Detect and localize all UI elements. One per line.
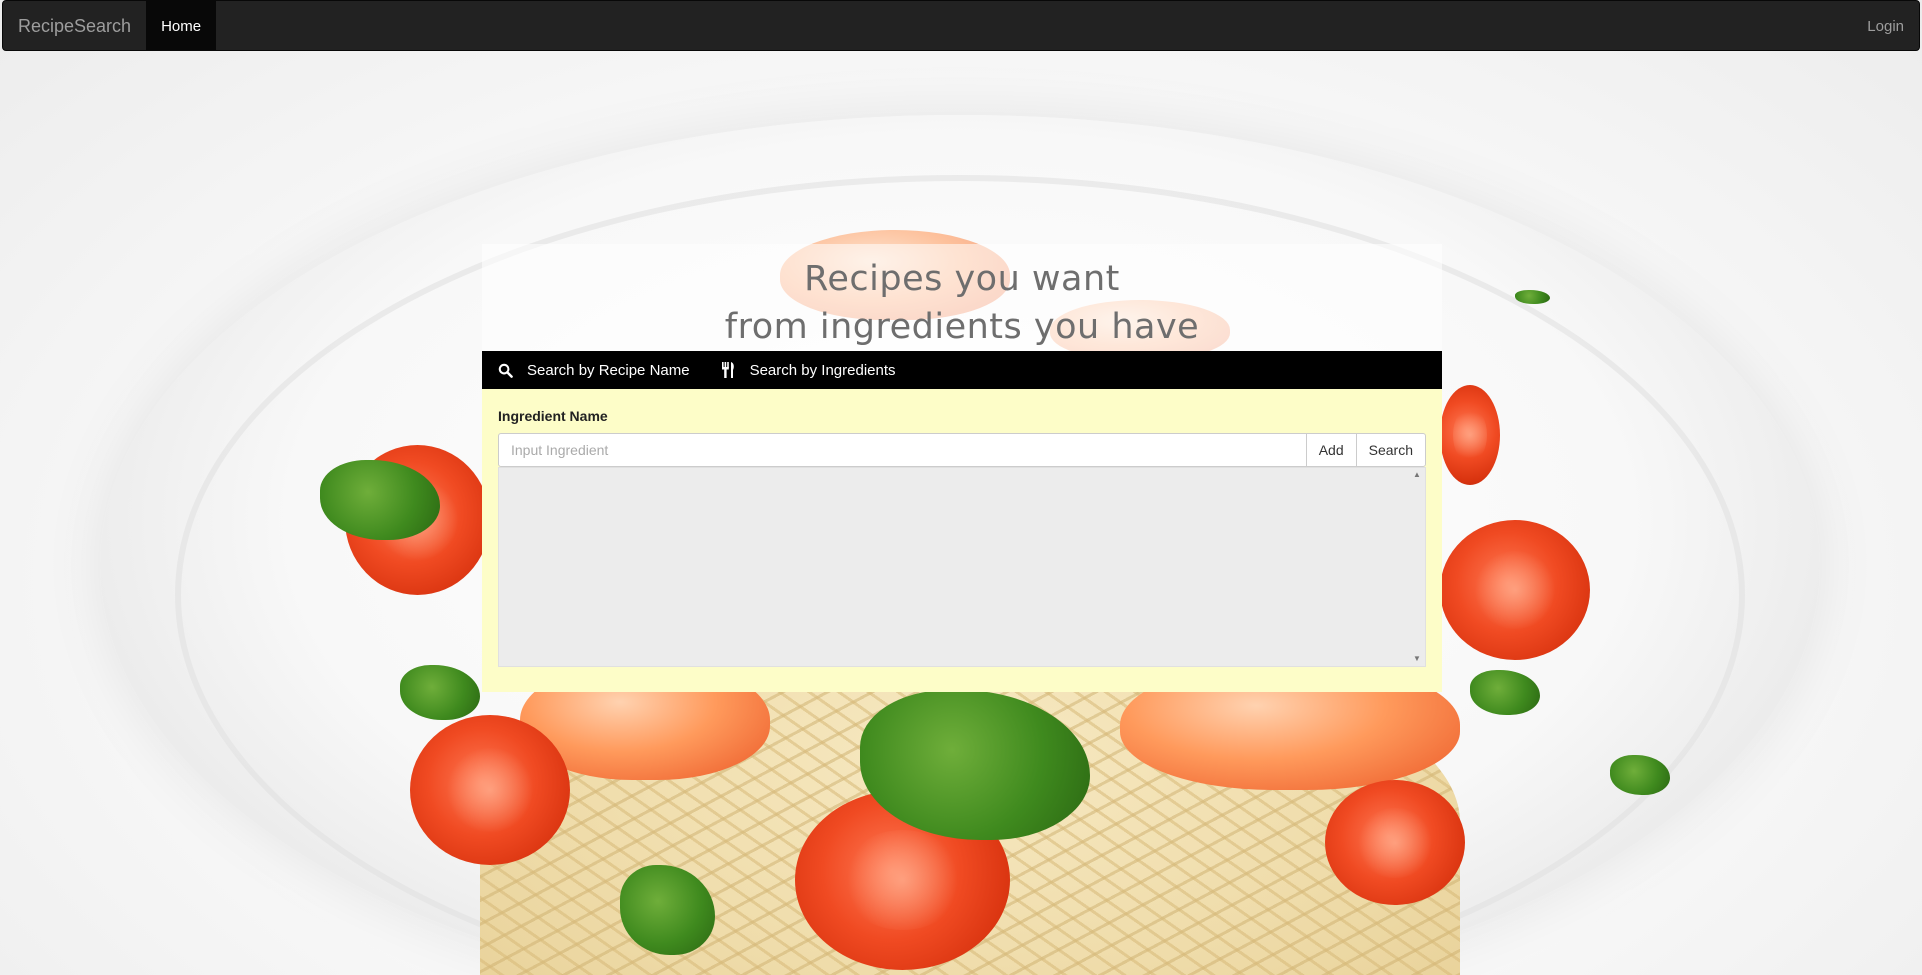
login-link[interactable]: Login [1852,1,1919,51]
search-button[interactable]: Search [1355,433,1426,467]
tomato-image [1325,780,1465,905]
ingredient-name-label: Ingredient Name [498,408,608,424]
tab-search-by-recipe-name[interactable]: Search by Recipe Name [482,351,705,389]
tab-search-by-ingredients[interactable]: Search by Ingredients [705,351,911,389]
brand-link[interactable]: RecipeSearch [3,1,146,51]
tab-label: Search by Ingredients [749,361,896,379]
nav-home-link[interactable]: Home [146,1,217,51]
add-button[interactable]: Add [1305,433,1357,467]
search-tabs: Search by Recipe Name Search by Ingredie… [482,351,1442,389]
ingredient-list[interactable]: ▲ ▼ [498,467,1426,667]
parsley-image [1515,290,1550,304]
tab-label: Search by Recipe Name [527,361,690,379]
tomato-image [410,715,570,865]
search-icon [497,362,513,378]
scroll-up-arrow-icon[interactable]: ▲ [1412,470,1422,480]
top-navbar: RecipeSearch Home Login [2,0,1920,51]
hero-title-line2: from ingredients you have [724,307,1200,347]
cutlery-icon [720,362,736,378]
ingredient-input-group: Add Search [498,433,1426,467]
tomato-image [1440,385,1500,485]
tomato-image [1440,520,1590,660]
hero-banner: Recipes you want from ingredients you ha… [482,244,1442,351]
ingredient-input[interactable] [498,433,1307,467]
ingredient-search-panel: Ingredient Name Add Search ▲ ▼ [482,389,1442,692]
scroll-down-arrow-icon[interactable]: ▼ [1412,654,1422,664]
hero-title-line1: Recipes you want [804,259,1120,299]
